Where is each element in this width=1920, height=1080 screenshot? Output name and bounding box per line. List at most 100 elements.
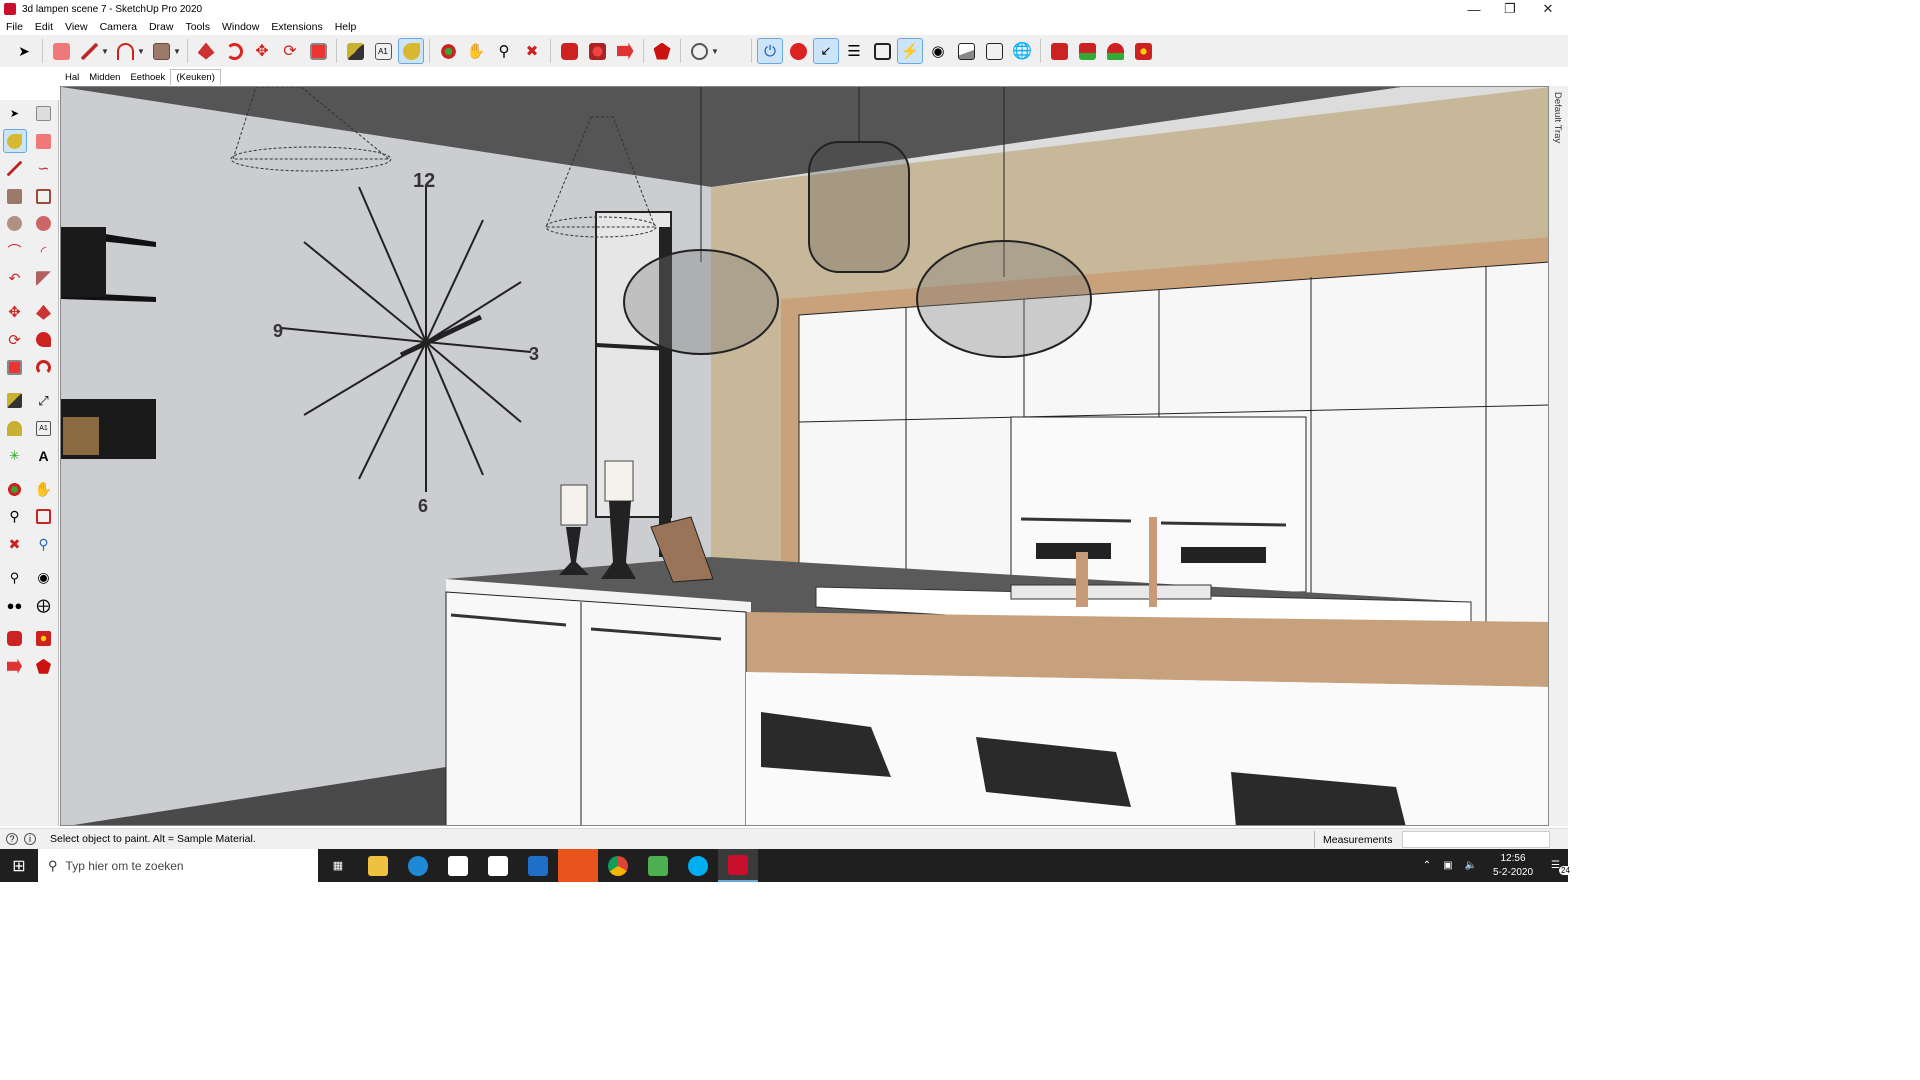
- line-dropdown-icon[interactable]: ▼: [101, 47, 109, 56]
- dynamic-component-button[interactable]: [1047, 39, 1071, 63]
- zoom-extents-tool[interactable]: ✖: [4, 533, 26, 555]
- menu-window[interactable]: Window: [216, 21, 265, 33]
- measurements-input[interactable]: [1402, 831, 1550, 848]
- extension-warehouse-button[interactable]: [585, 39, 609, 63]
- text-tool[interactable]: A1: [33, 417, 55, 439]
- protractor-tool[interactable]: [4, 417, 26, 439]
- zoom-window-tool[interactable]: [33, 506, 55, 528]
- orbit-button[interactable]: [436, 39, 460, 63]
- maximize-button[interactable]: ❐: [1492, 0, 1528, 18]
- sketchup-taskbar-button[interactable]: [718, 849, 758, 882]
- network-icon[interactable]: ▣: [1443, 860, 1452, 871]
- volume-icon[interactable]: 🔈: [1465, 860, 1477, 871]
- component-attributes-button[interactable]: [1103, 39, 1127, 63]
- extension-warehouse-tool[interactable]: [33, 628, 55, 650]
- minimize-button[interactable]: —: [1456, 0, 1492, 18]
- eraser-tool[interactable]: [33, 130, 55, 152]
- outlook-button[interactable]: [518, 849, 558, 882]
- render-viewport-button[interactable]: [870, 39, 894, 63]
- act-button[interactable]: [558, 849, 598, 882]
- scale-tool-button[interactable]: [306, 39, 330, 63]
- position-camera-tool[interactable]: ⚲: [4, 567, 26, 589]
- render-interactive-button[interactable]: ⚡: [897, 38, 923, 64]
- paint-bucket-button[interactable]: [398, 38, 424, 64]
- walk-tool[interactable]: ●●: [4, 594, 26, 616]
- taskbar-clock[interactable]: 12:56 5-2-2020: [1493, 852, 1533, 880]
- info-icon[interactable]: i: [24, 833, 36, 845]
- offset-tool[interactable]: [33, 356, 55, 378]
- render-settings-button[interactable]: ☰: [842, 39, 866, 63]
- line-tool-button[interactable]: [77, 39, 101, 63]
- 3d-warehouse-tool[interactable]: [4, 628, 26, 650]
- render-resize-button[interactable]: ↙: [813, 38, 839, 64]
- dimension-tool[interactable]: ⤢: [33, 390, 55, 412]
- chrome-button[interactable]: [598, 849, 638, 882]
- 3d-text-tool[interactable]: A: [33, 445, 55, 467]
- arc-dropdown-icon[interactable]: ▼: [137, 47, 145, 56]
- pan-button[interactable]: ✋: [464, 39, 488, 63]
- previous-view-tool[interactable]: ⚲: [33, 533, 55, 555]
- push-pull-tool[interactable]: [33, 301, 55, 323]
- rectangle-tool[interactable]: [4, 185, 26, 207]
- select-tool[interactable]: ➤: [4, 103, 26, 125]
- rectangle-tool-button[interactable]: [149, 39, 173, 63]
- camtasia-button[interactable]: [638, 849, 678, 882]
- follow-me-button[interactable]: [222, 39, 246, 63]
- circle-tool[interactable]: [4, 213, 26, 235]
- three-point-arc-tool[interactable]: ↶: [4, 268, 26, 290]
- move-tool[interactable]: ✥: [4, 301, 26, 323]
- render-environment-button[interactable]: 🌐: [1010, 39, 1034, 63]
- skype-button[interactable]: [678, 849, 718, 882]
- scale-tool[interactable]: [4, 356, 26, 378]
- geo-location-icon[interactable]: ?: [6, 833, 18, 845]
- component-options-button[interactable]: [1075, 39, 1099, 63]
- tape-measure-tool[interactable]: [4, 390, 26, 412]
- freehand-tool[interactable]: ∽: [33, 158, 55, 180]
- look-around-tool[interactable]: ◉: [33, 567, 55, 589]
- menu-edit[interactable]: Edit: [29, 21, 59, 33]
- two-point-arc-tool[interactable]: ◜: [33, 240, 55, 262]
- model-viewport[interactable]: 12 3 6 9: [60, 86, 1549, 826]
- mail-button[interactable]: [478, 849, 518, 882]
- share-model-button[interactable]: [613, 39, 637, 63]
- menu-view[interactable]: View: [59, 21, 94, 33]
- eraser-tool-button[interactable]: [49, 39, 73, 63]
- taskbar-search[interactable]: ⚲ Typ hier om te zoeken: [38, 849, 318, 882]
- share-model-tool[interactable]: [4, 655, 26, 677]
- menu-help[interactable]: Help: [329, 21, 363, 33]
- push-pull-button[interactable]: [194, 39, 218, 63]
- notification-button[interactable]: ☰ 24: [1551, 860, 1572, 875]
- pie-tool[interactable]: [33, 268, 55, 290]
- arc-tool[interactable]: ⌒: [4, 240, 26, 262]
- menu-file[interactable]: File: [0, 21, 29, 33]
- menu-tools[interactable]: Tools: [179, 21, 216, 33]
- edge-button[interactable]: [398, 849, 438, 882]
- axes-tool[interactable]: ✳: [4, 445, 26, 467]
- select-tool-button[interactable]: ➤: [12, 39, 36, 63]
- close-button[interactable]: ✕: [1530, 0, 1566, 18]
- profile-button[interactable]: [687, 39, 711, 63]
- tape-measure-button[interactable]: [343, 39, 367, 63]
- render-power-button[interactable]: ⏻: [757, 38, 783, 64]
- render-start-button[interactable]: [786, 39, 810, 63]
- scene-tab-keuken[interactable]: (Keuken): [170, 69, 221, 85]
- menu-camera[interactable]: Camera: [94, 21, 143, 33]
- start-button[interactable]: ⊞: [0, 849, 38, 882]
- kitchen-scene[interactable]: 12 3 6 9: [61, 87, 1549, 826]
- orbit-tool[interactable]: [4, 478, 26, 500]
- file-explorer-button[interactable]: [358, 849, 398, 882]
- shape-dropdown-icon[interactable]: ▼: [173, 47, 181, 56]
- chevron-up-icon[interactable]: ⌃: [1423, 860, 1431, 871]
- menu-draw[interactable]: Draw: [143, 21, 180, 33]
- extension-manager-tool[interactable]: [33, 655, 55, 677]
- profile-dropdown-icon[interactable]: ▼: [711, 47, 719, 56]
- zoom-button[interactable]: ⚲: [492, 39, 516, 63]
- scene-tab-midden[interactable]: Midden: [84, 70, 125, 85]
- default-tray[interactable]: Default Tray: [1549, 86, 1568, 826]
- render-histogram-button[interactable]: [982, 39, 1006, 63]
- section-plane-tool[interactable]: ⨁: [33, 594, 55, 616]
- warehouse-button[interactable]: [557, 39, 581, 63]
- rotated-rectangle-tool[interactable]: [33, 185, 55, 207]
- task-view-button[interactable]: ▦: [318, 849, 358, 882]
- follow-me-tool[interactable]: [33, 329, 55, 351]
